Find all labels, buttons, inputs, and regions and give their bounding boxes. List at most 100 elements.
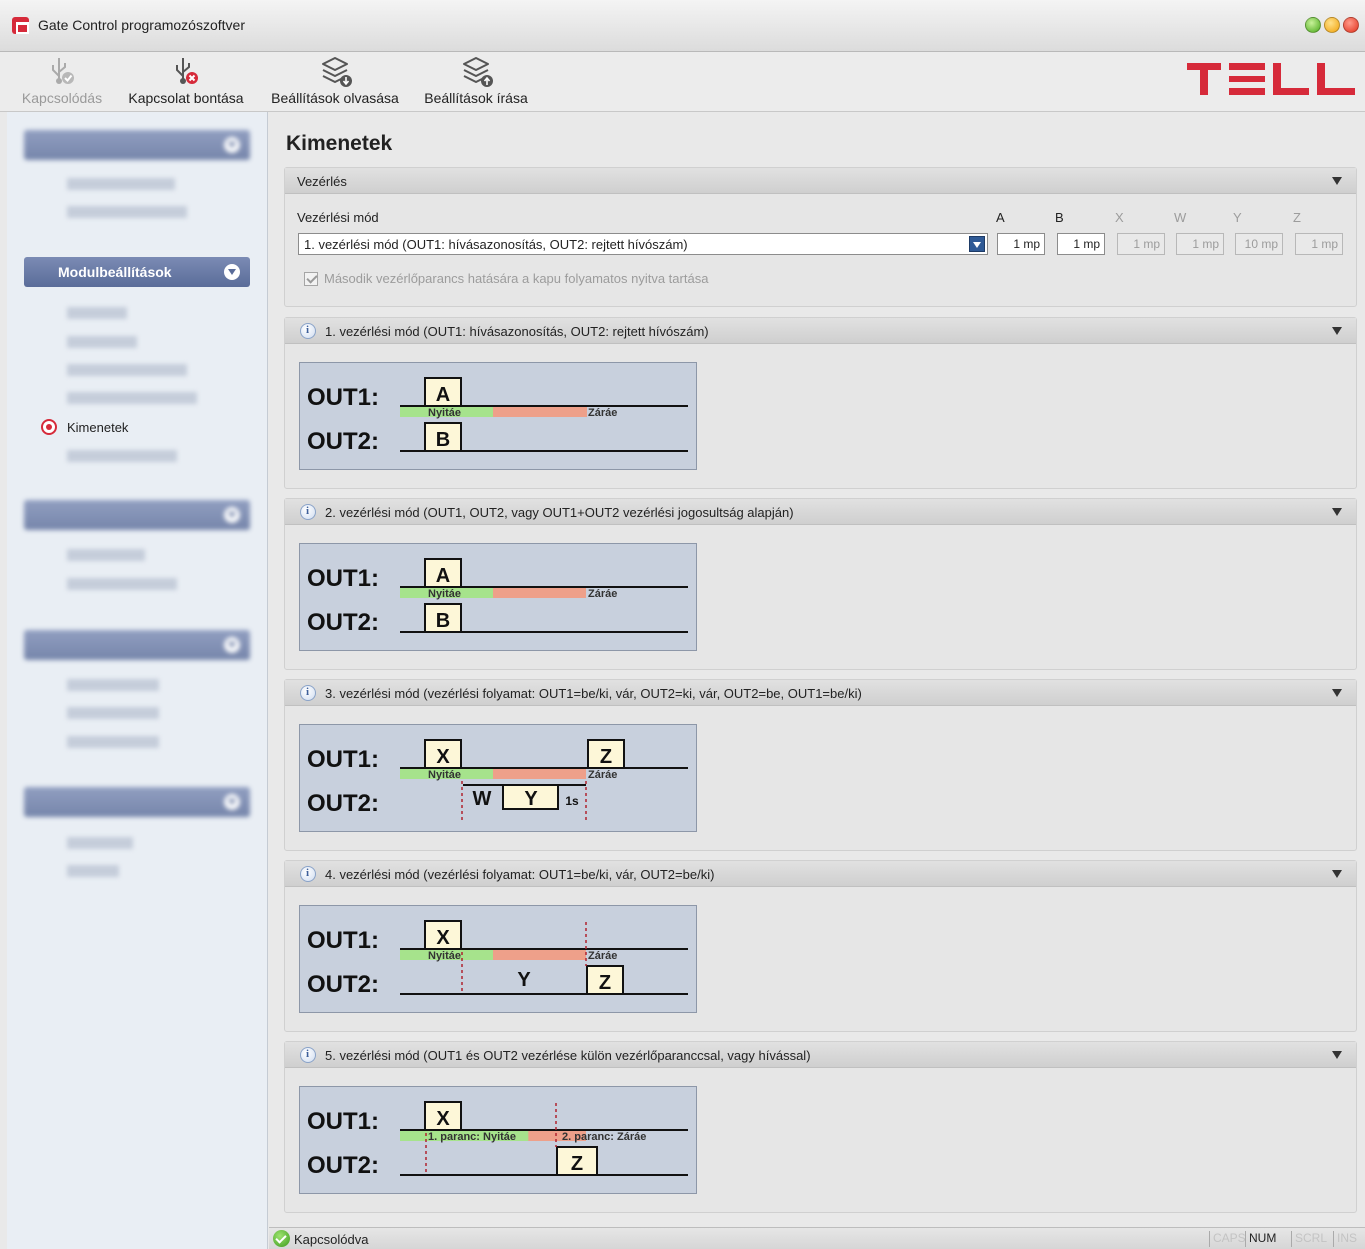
sidebar-item-blurred[interactable] xyxy=(67,837,133,849)
timer-label-z: Z xyxy=(1293,210,1301,225)
open-label: Nyitáe xyxy=(428,769,461,781)
read-settings-icon xyxy=(322,57,352,87)
sidebar-item-blurred[interactable] xyxy=(67,736,159,748)
mode-1-diagram-svg: OUT1: OUT2: A B Nyitáe Záráe xyxy=(307,377,688,455)
active-item-radio-icon xyxy=(41,419,57,435)
mode-3-panel: 3. vezérlési mód (vezérlési folyamat: OU… xyxy=(284,679,1357,851)
mode-select[interactable]: 1. vezérlési mód (OUT1: hívásazonosítás,… xyxy=(298,233,988,255)
num-indicator: NUM xyxy=(1245,1231,1276,1247)
maximize-button[interactable] xyxy=(1324,17,1340,33)
hold-open-label: Második vezérlőparancs hatására a kapu f… xyxy=(324,271,709,286)
sidebar-item-blurred[interactable] xyxy=(67,392,197,404)
open-label: Nyitáe xyxy=(428,588,461,600)
out1-label: OUT1: xyxy=(307,746,379,773)
out2-label: OUT2: xyxy=(307,1152,379,1179)
wait-w-label: W xyxy=(473,788,492,810)
sidebar-item-blurred[interactable] xyxy=(67,450,177,462)
mode-3-header[interactable]: 3. vezérlési mód (vezérlési folyamat: OU… xyxy=(285,680,1356,706)
sidebar-group-label: Modulbeállítások xyxy=(58,264,172,280)
window-title: Gate Control programozószoftver xyxy=(38,17,245,33)
sidebar-item-blurred[interactable] xyxy=(67,865,119,877)
collapse-arrow-icon[interactable] xyxy=(1332,508,1342,516)
one-second-label: 1s xyxy=(565,794,579,808)
sidebar-item-blurred[interactable] xyxy=(67,549,145,561)
timer-label-y: Y xyxy=(1233,210,1242,225)
sidebar-item-blurred[interactable] xyxy=(67,178,175,190)
mode-4-header[interactable]: 4. vezérlési mód (vezérlési folyamat: OU… xyxy=(285,861,1356,887)
control-panel-header[interactable]: Vezérlés xyxy=(285,168,1356,194)
sidebar-group-blurred-3[interactable] xyxy=(24,630,250,660)
timer-b-input[interactable]: 1 mp xyxy=(1057,233,1105,255)
title-bar: Gate Control programozószoftver xyxy=(0,0,1365,52)
info-icon xyxy=(300,1047,316,1063)
hold-open-checkbox[interactable] xyxy=(304,272,318,286)
sidebar-item-kimenetek[interactable]: Kimenetek xyxy=(67,420,128,435)
out2-label: OUT2: xyxy=(307,971,379,998)
pulse-x-label: X xyxy=(436,1108,450,1130)
timer-label-w: W xyxy=(1174,210,1187,225)
write-settings-label: Beállítások írása xyxy=(424,90,528,106)
close-button[interactable] xyxy=(1343,17,1359,33)
info-icon xyxy=(300,685,316,701)
collapse-arrow-icon[interactable] xyxy=(1332,689,1342,697)
collapse-arrow-icon[interactable] xyxy=(1332,1051,1342,1059)
close-label: Záráe xyxy=(588,950,617,962)
mode-1-header[interactable]: 1. vezérlési mód (OUT1: hívásazonosítás,… xyxy=(285,318,1356,344)
mode-3-title: 3. vezérlési mód (vezérlési folyamat: OU… xyxy=(325,686,862,701)
timer-a-input[interactable]: 1 mp xyxy=(997,233,1045,255)
read-settings-button[interactable]: Beállítások olvasása xyxy=(266,52,404,110)
sidebar-group-modulbeallitasok[interactable]: Modulbeállítások xyxy=(24,257,250,287)
pulse-y-label: Y xyxy=(524,788,538,810)
status-bar: Kapcsolódva CAPS NUM SCRL INS xyxy=(269,1227,1365,1249)
control-panel-title: Vezérlés xyxy=(297,174,347,189)
command-1-label: 1. paranc: Nyitáe xyxy=(428,1131,516,1143)
out1-label: OUT1: xyxy=(307,565,379,592)
ins-indicator: INS xyxy=(1333,1231,1357,1247)
collapse-arrow-icon[interactable] xyxy=(1332,327,1342,335)
sidebar-item-blurred[interactable] xyxy=(67,307,127,319)
pulse-a-label: A xyxy=(436,384,450,406)
dropdown-arrow-icon[interactable] xyxy=(969,236,985,252)
out2-label: OUT2: xyxy=(307,790,379,817)
sidebar-group-blurred-2[interactable] xyxy=(24,500,250,530)
caps-indicator: CAPS xyxy=(1209,1231,1246,1247)
mode-5-title: 5. vezérlési mód (OUT1 és OUT2 vezérlése… xyxy=(325,1048,811,1063)
sidebar: Modulbeállítások Kimenetek xyxy=(7,112,268,1249)
mode-1-title: 1. vezérlési mód (OUT1: hívásazonosítás,… xyxy=(325,324,709,339)
mode-2-title: 2. vezérlési mód (OUT1, OUT2, vagy OUT1+… xyxy=(325,505,794,520)
mode-1-timing-diagram: OUT1: OUT2: A B Nyitáe Záráe xyxy=(299,362,697,470)
command-2-label: 2. paranc: Záráe xyxy=(562,1131,646,1143)
sidebar-group-blurred-4[interactable] xyxy=(24,787,250,817)
pulse-x-label: X xyxy=(436,746,450,768)
mode-4-timing-diagram: OUT1: OUT2: X Y Z Nyitáe Záráe xyxy=(299,905,697,1013)
connect-button[interactable]: Kapcsolódás xyxy=(16,52,108,110)
disconnect-label: Kapcsolat bontása xyxy=(128,90,244,106)
sidebar-group-blurred-1[interactable] xyxy=(24,130,250,160)
write-settings-button[interactable]: Beállítások írása xyxy=(420,52,532,110)
mode-4-panel: 4. vezérlési mód (vezérlési folyamat: OU… xyxy=(284,860,1357,1032)
main-content: Kimenetek Vezérlés Vezérlési mód 1. vezé… xyxy=(269,112,1365,1227)
pulse-z-label: Z xyxy=(600,746,612,768)
collapse-arrow-icon[interactable] xyxy=(1332,177,1342,185)
minimize-button[interactable] xyxy=(1305,17,1321,33)
sidebar-item-blurred[interactable] xyxy=(67,578,177,590)
sidebar-item-blurred[interactable] xyxy=(67,364,187,376)
tell-logo xyxy=(1187,63,1355,95)
close-label: Záráe xyxy=(588,769,617,781)
info-icon xyxy=(300,504,316,520)
sidebar-item-blurred[interactable] xyxy=(67,707,159,719)
mode-5-header[interactable]: 5. vezérlési mód (OUT1 és OUT2 vezérlése… xyxy=(285,1042,1356,1068)
toolbar: Kapcsolódás Kapcsolat bontása Beállításo… xyxy=(0,52,1365,112)
disconnect-button[interactable]: Kapcsolat bontása xyxy=(122,52,250,110)
out1-label: OUT1: xyxy=(307,927,379,954)
write-settings-icon xyxy=(463,57,493,87)
out2-label: OUT2: xyxy=(307,428,379,455)
sidebar-item-blurred[interactable] xyxy=(67,336,137,348)
collapse-arrow-icon[interactable] xyxy=(1332,870,1342,878)
sidebar-item-blurred[interactable] xyxy=(67,679,159,691)
sidebar-item-blurred[interactable] xyxy=(67,206,187,218)
mode-2-panel: 2. vezérlési mód (OUT1, OUT2, vagy OUT1+… xyxy=(284,498,1357,670)
mode-1-panel: 1. vezérlési mód (OUT1: hívásazonosítás,… xyxy=(284,317,1357,489)
mode-2-header[interactable]: 2. vezérlési mód (OUT1, OUT2, vagy OUT1+… xyxy=(285,499,1356,525)
connect-label: Kapcsolódás xyxy=(21,90,103,106)
